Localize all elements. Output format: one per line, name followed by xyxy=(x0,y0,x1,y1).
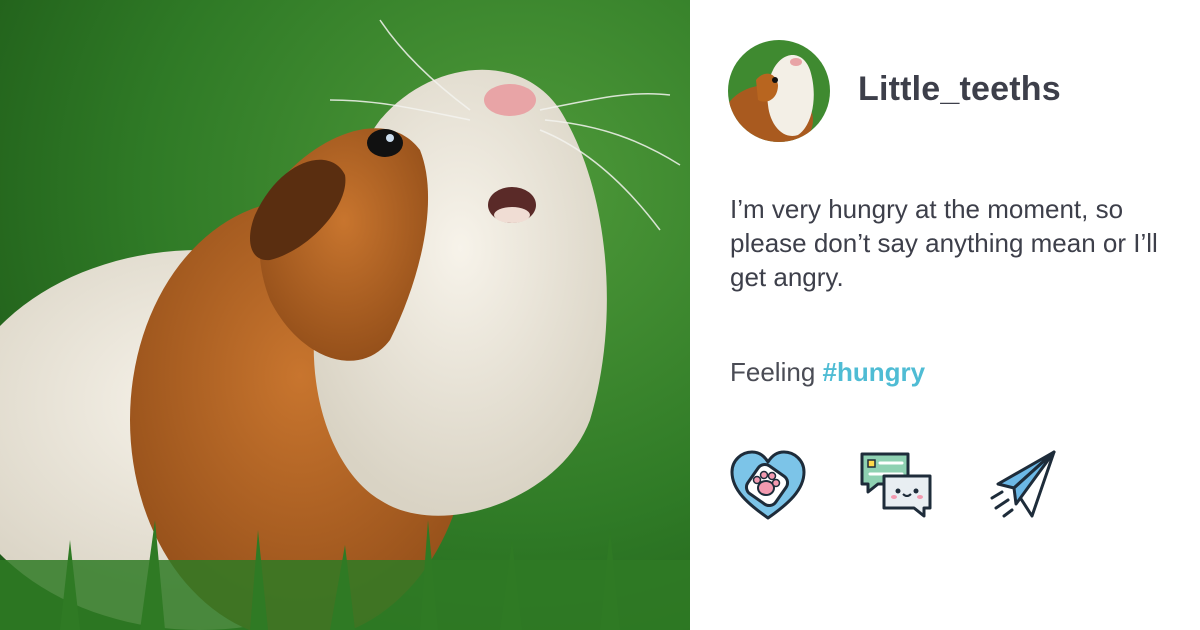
heart-paw-icon xyxy=(730,450,806,520)
post-actions xyxy=(728,446,1168,536)
chat-bubbles-icon xyxy=(860,452,932,518)
username[interactable]: Little_teeths xyxy=(858,70,1061,109)
avatar-image xyxy=(728,40,830,142)
avatar[interactable] xyxy=(728,40,830,142)
feeling-status: Feeling #hungry xyxy=(730,357,925,388)
post-text: I’m very hungry at the moment, so please… xyxy=(730,194,1158,292)
feeling-prefix: Feeling xyxy=(730,357,816,387)
guinea-pig-photo xyxy=(0,0,690,630)
share-button[interactable] xyxy=(984,446,1070,532)
comment-button[interactable] xyxy=(856,446,942,532)
post-card: Little_teeths I’m very hungry at the mom… xyxy=(690,0,1200,630)
paper-plane-icon xyxy=(990,450,1056,518)
post-photo xyxy=(0,0,690,630)
like-button[interactable] xyxy=(728,446,814,532)
feeling-hashtag[interactable]: #hungry xyxy=(823,357,926,387)
